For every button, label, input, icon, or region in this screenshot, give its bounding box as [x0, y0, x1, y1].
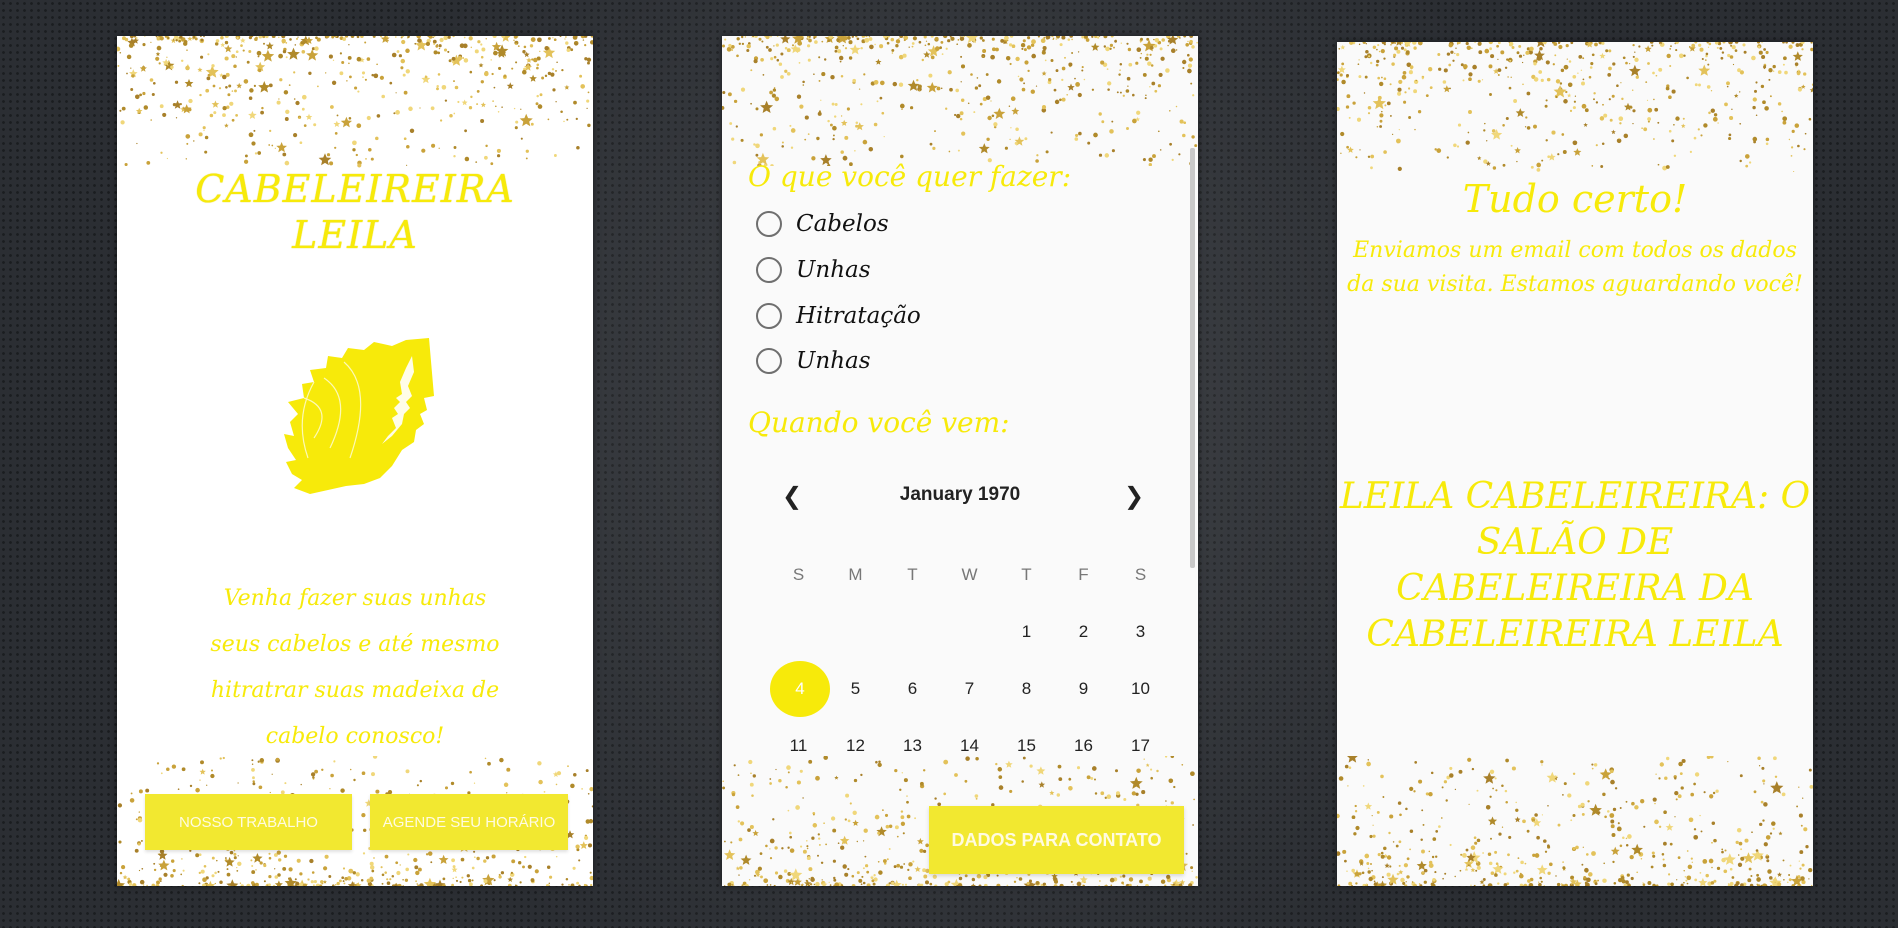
woman-hair-silhouette-icon — [284, 338, 434, 494]
calendar-day[interactable]: 9 — [1055, 679, 1112, 699]
top-glitter-decoration — [117, 36, 593, 168]
calendar-day[interactable]: 6 — [884, 679, 941, 699]
calendar-day[interactable]: 8 — [998, 679, 1055, 699]
radio-label: Hitratação — [796, 303, 921, 329]
radio-button[interactable] — [756, 303, 782, 329]
calendar-weekday-row: S M T W T F S — [770, 546, 1169, 603]
calendar-day[interactable]: 13 — [884, 736, 941, 756]
weekday-label: W — [961, 564, 978, 584]
booking-screen: O que você quer fazer: Cabelos Unhas Hit… — [722, 36, 1198, 886]
radio-button[interactable] — [756, 348, 782, 374]
contact-details-button[interactable]: DADOS PARA CONTATO — [929, 806, 1184, 874]
weekday-label: S — [1134, 564, 1147, 584]
confirmation-title: Tudo certo! — [1462, 177, 1688, 221]
weekday-label: T — [1021, 564, 1032, 584]
selected-day-marker[interactable]: 4 — [770, 660, 830, 717]
radio-label: Cabelos — [796, 211, 889, 237]
weekday-label: S — [792, 564, 805, 584]
radio-label: Unhas — [796, 257, 871, 283]
bottom-glitter-decoration — [1337, 756, 1813, 886]
calendar-day[interactable]: 11 — [770, 736, 827, 756]
calendar-day[interactable]: 3 — [1112, 622, 1169, 642]
calendar-day[interactable]: 15 — [998, 736, 1055, 756]
calendar-grid: S M T W T F S 1 2 3 4 5 6 7 8 9 10 11 12… — [770, 546, 1169, 774]
calendar-day[interactable]: 12 — [827, 736, 884, 756]
service-question-label: O que você quer fazer: — [748, 160, 1072, 193]
radio-option-unhas[interactable]: Unhas — [756, 250, 871, 290]
calendar-day-selected[interactable]: 4 — [770, 660, 830, 717]
calendar-week-row: 4 5 6 7 8 9 10 — [770, 660, 1169, 717]
weekday-label: F — [1078, 564, 1089, 584]
radio-option-cabelos[interactable]: Cabelos — [756, 204, 889, 244]
home-screen: CABELEIREIRA LEILA Venha fazer suas unha… — [117, 36, 593, 886]
confirmation-message: Enviamos um email com todos os dados da … — [1347, 238, 1803, 297]
calendar-day[interactable]: 1 — [998, 622, 1055, 642]
calendar-day[interactable]: 7 — [941, 679, 998, 699]
calendar-day[interactable]: 16 — [1055, 736, 1112, 756]
calendar-day[interactable]: 17 — [1112, 736, 1169, 756]
confirmation-screen: Tudo certo! Enviamos um email com todos … — [1337, 42, 1813, 886]
weekday-label: M — [848, 564, 863, 584]
salon-tagline: LEILA CABELEIREIRA: O SALÃO DE CABELEIRE… — [1339, 476, 1811, 655]
app-title: CABELEIREIRA LEILA — [195, 167, 515, 257]
chevron-right-icon[interactable]: ❯ — [1124, 482, 1144, 510]
calendar-day[interactable]: 5 — [827, 679, 884, 699]
radio-option-hitratacao[interactable]: Hitratação — [756, 296, 921, 336]
welcome-description: Venha fazer suas unhas seus cabelos e at… — [210, 586, 500, 749]
top-glitter-decoration — [722, 36, 1198, 166]
radio-button[interactable] — [756, 257, 782, 283]
our-work-button[interactable]: NOSSO TRABALHO — [145, 794, 352, 850]
radio-button[interactable] — [756, 211, 782, 237]
calendar-week-row: 1 2 3 — [770, 603, 1169, 660]
calendar-day[interactable]: 10 — [1112, 679, 1169, 699]
weekday-label: T — [907, 564, 918, 584]
calendar-day[interactable]: 2 — [1055, 622, 1112, 642]
radio-label: Unhas — [796, 348, 871, 374]
top-glitter-decoration — [1337, 42, 1813, 172]
date-question-label: Quando você vem: — [748, 406, 1010, 439]
radio-option-unhas-2[interactable]: Unhas — [756, 341, 871, 381]
book-appointment-button[interactable]: AGENDE SEU HORÁRIO — [370, 794, 568, 850]
calendar-day[interactable]: 14 — [941, 736, 998, 756]
